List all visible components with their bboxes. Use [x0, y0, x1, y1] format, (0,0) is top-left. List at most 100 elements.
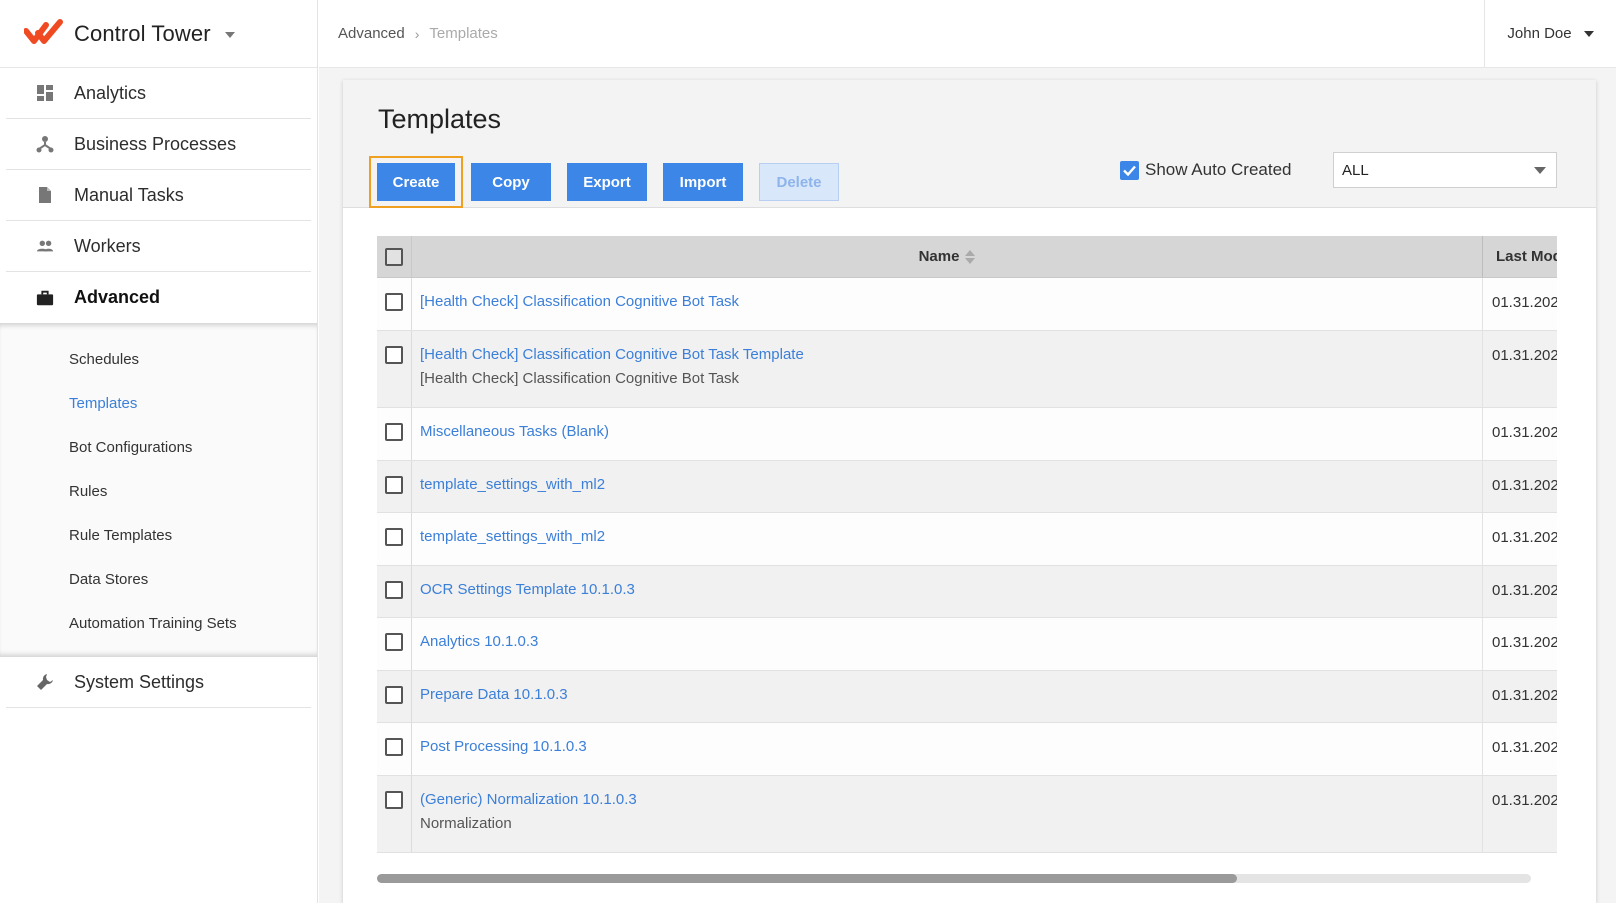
show-auto-created-label: Show Auto Created	[1145, 160, 1292, 179]
row-last-modified: 01.31.2020	[1492, 687, 1557, 704]
breadcrumb-current: Templates	[429, 25, 498, 42]
table-row[interactable]: [Health Check] Classification Cognitive …	[377, 278, 1557, 331]
export-button[interactable]: Export	[567, 163, 647, 201]
template-name-link[interactable]: Post Processing 10.1.0.3	[420, 738, 1482, 755]
app-switcher-caret-icon[interactable]	[224, 32, 235, 38]
table-row[interactable]: (Generic) Normalization 10.1.0.3 Normali…	[377, 776, 1557, 853]
scrollbar-thumb[interactable]	[377, 874, 1237, 883]
action-toolbar: Create Copy Export Import Delete	[369, 156, 839, 208]
row-checkbox[interactable]	[385, 346, 403, 364]
row-checkbox[interactable]	[385, 686, 403, 704]
row-name-cell: [Health Check] Classification Cognitive …	[412, 331, 1483, 407]
main-content: Templates Create Copy Export Import Dele…	[319, 68, 1616, 903]
row-name-cell: Post Processing 10.1.0.3	[412, 723, 1483, 775]
row-checkbox[interactable]	[385, 791, 403, 809]
row-name-cell: template_settings_with_ml2	[412, 461, 1483, 512]
template-filter-select[interactable]: ALL	[1333, 152, 1557, 188]
template-name-link[interactable]: (Generic) Normalization 10.1.0.3	[420, 791, 1482, 808]
show-auto-created-toggle[interactable]: Show Auto Created	[1120, 160, 1291, 180]
row-last-modified: 01.31.2020	[1492, 294, 1557, 311]
page-title: Templates	[378, 104, 502, 134]
table-row[interactable]: [Health Check] Classification Cognitive …	[377, 331, 1557, 408]
template-name-link[interactable]: OCR Settings Template 10.1.0.3	[420, 581, 1482, 598]
table-row[interactable]: template_settings_with_ml2 01.31.2020	[377, 461, 1557, 513]
submenu-item-automation-training-sets[interactable]: Automation Training Sets	[0, 601, 317, 645]
copy-button[interactable]: Copy	[471, 163, 551, 201]
row-checkbox[interactable]	[385, 423, 403, 441]
briefcase-icon	[36, 289, 54, 307]
row-checkbox[interactable]	[385, 738, 403, 756]
row-last-modified: 01.31.2020	[1492, 582, 1557, 599]
template-name-link[interactable]: Miscellaneous Tasks (Blank)	[420, 423, 1482, 440]
dashboard-grid-icon	[36, 84, 54, 102]
templates-table: Name Last Modif [Health Check] Classific…	[377, 236, 1557, 868]
submenu-item-data-stores[interactable]: Data Stores	[0, 557, 317, 601]
row-checkbox[interactable]	[385, 581, 403, 599]
table-horizontal-scrollbar[interactable]	[377, 874, 1531, 883]
template-name-link[interactable]: [Health Check] Classification Cognitive …	[420, 346, 1482, 363]
submenu-item-rule-templates[interactable]: Rule Templates	[0, 513, 317, 557]
table-row[interactable]: Prepare Data 10.1.0.3 01.31.2020	[377, 671, 1557, 723]
user-name: John Doe	[1507, 25, 1572, 42]
user-menu[interactable]: John Doe	[1484, 0, 1616, 68]
template-name-link[interactable]: Analytics 10.1.0.3	[420, 633, 1482, 650]
app-name: Control Tower	[74, 20, 211, 46]
row-checkbox[interactable]	[385, 476, 403, 494]
table-row[interactable]: template_settings_with_ml2 01.31.2020	[377, 513, 1557, 566]
table-row[interactable]: OCR Settings Template 10.1.0.3 01.31.202…	[377, 566, 1557, 618]
sidebar-item-analytics[interactable]: Analytics	[6, 68, 311, 119]
create-button[interactable]: Create	[377, 163, 455, 201]
table-row[interactable]: Post Processing 10.1.0.3 01.31.2020	[377, 723, 1557, 776]
row-checkbox[interactable]	[385, 633, 403, 651]
submenu-item-bot-configurations[interactable]: Bot Configurations	[0, 425, 317, 469]
row-checkbox[interactable]	[385, 293, 403, 311]
filter-selected-value: ALL	[1342, 161, 1369, 179]
template-name-link[interactable]: template_settings_with_ml2	[420, 476, 1482, 493]
sidebar: Control Tower Analytics Business Process…	[0, 0, 318, 903]
checkbox-checked-icon[interactable]	[1120, 160, 1139, 180]
sort-icon	[965, 249, 976, 264]
submenu-item-rules[interactable]: Rules	[0, 469, 317, 513]
chevron-right-icon: ›	[414, 25, 420, 42]
people-icon	[36, 237, 54, 255]
template-name-link[interactable]: Prepare Data 10.1.0.3	[420, 686, 1482, 703]
dropdown-caret-icon	[1534, 167, 1546, 174]
sidebar-item-label: Analytics	[74, 82, 147, 103]
submenu-item-templates[interactable]: Templates	[0, 381, 317, 425]
sidebar-item-label: Advanced	[74, 287, 161, 307]
sidebar-item-system-settings[interactable]: System Settings	[6, 657, 311, 708]
table-row[interactable]: Miscellaneous Tasks (Blank) 01.31.2020	[377, 408, 1557, 461]
name-column-header[interactable]: Name	[412, 236, 1483, 277]
sidebar-item-advanced[interactable]: Advanced	[6, 272, 311, 323]
sidebar-item-manual-tasks[interactable]: Manual Tasks	[6, 170, 311, 221]
row-name-cell: Analytics 10.1.0.3	[412, 618, 1483, 670]
template-name-link[interactable]: template_settings_with_ml2	[420, 528, 1482, 545]
templates-card: Templates Create Copy Export Import Dele…	[343, 80, 1596, 903]
delete-button[interactable]: Delete	[759, 163, 839, 201]
breadcrumb: Advanced › Templates	[319, 25, 1484, 42]
row-last-modified: 01.31.2020	[1492, 347, 1557, 364]
breadcrumb-advanced[interactable]: Advanced	[338, 25, 405, 42]
select-all-checkbox[interactable]	[385, 247, 403, 266]
last-modified-column-header[interactable]: Last Modif	[1483, 236, 1557, 277]
sidebar-item-business-processes[interactable]: Business Processes	[6, 119, 311, 170]
table-row[interactable]: Analytics 10.1.0.3 01.31.2020	[377, 618, 1557, 671]
import-button[interactable]: Import	[663, 163, 743, 201]
submenu-item-schedules[interactable]: Schedules	[0, 337, 317, 381]
row-checkbox-cell	[377, 566, 412, 617]
app-brand[interactable]: Control Tower	[0, 0, 317, 68]
row-checkbox-cell	[377, 513, 412, 565]
row-checkbox-cell	[377, 776, 412, 852]
row-name-cell: OCR Settings Template 10.1.0.3	[412, 566, 1483, 617]
sidebar-item-label: Workers	[74, 235, 141, 256]
wrench-icon	[36, 673, 54, 691]
sidebar-item-workers[interactable]: Workers	[6, 221, 311, 272]
template-description: Normalization	[420, 815, 512, 832]
row-name-cell: [Health Check] Classification Cognitive …	[412, 278, 1483, 330]
row-name-cell: Prepare Data 10.1.0.3	[412, 671, 1483, 722]
row-checkbox[interactable]	[385, 528, 403, 546]
row-checkbox-cell	[377, 618, 412, 670]
card-header: Templates Create Copy Export Import Dele…	[343, 80, 1596, 208]
template-name-link[interactable]: [Health Check] Classification Cognitive …	[420, 293, 1482, 310]
document-icon	[36, 186, 54, 204]
